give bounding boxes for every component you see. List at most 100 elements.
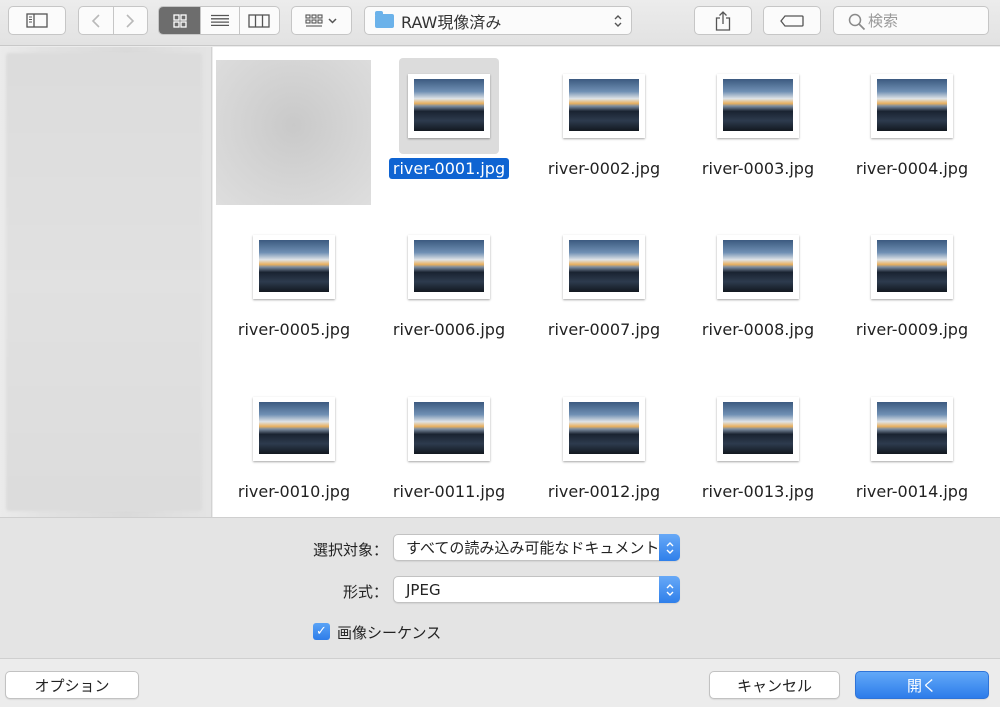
search-field[interactable]: 検索: [833, 6, 989, 35]
back-button[interactable]: [79, 7, 113, 34]
file-item[interactable]: river-0003.jpg: [683, 50, 833, 200]
river-photo-thumbnail: [259, 240, 329, 292]
options-panel: 選択対象： すべての読み込み可能なドキュメント 形式： JPEG ✓ 画像シーケ…: [0, 517, 1000, 659]
file-item[interactable]: river-0014.jpg: [837, 373, 987, 517]
photo-icon: [717, 74, 799, 138]
file-thumbnail: [708, 381, 808, 477]
river-photo-thumbnail: [723, 240, 793, 292]
file-name-label: river-0005.jpg: [219, 320, 369, 339]
file-name-text: river-0011.jpg: [392, 482, 506, 501]
sidebar-toggle-button[interactable]: [8, 6, 66, 35]
river-photo-thumbnail: [723, 79, 793, 131]
file-thumbnail: [708, 219, 808, 315]
file-name-label: river-0011.jpg: [374, 482, 524, 501]
chevron-updown-icon: [659, 576, 680, 603]
file-name-text: river-0009.jpg: [855, 320, 969, 339]
file-thumbnail: [862, 58, 962, 154]
river-photo-thumbnail: [877, 240, 947, 292]
forward-button[interactable]: [112, 7, 147, 34]
sidebar-icon: [26, 13, 48, 28]
river-photo-thumbnail: [569, 240, 639, 292]
file-thumbnail: [554, 381, 654, 477]
river-photo-thumbnail: [414, 402, 484, 454]
photo-icon: [871, 74, 953, 138]
photo-icon: [871, 397, 953, 461]
image-sequence-label: 画像シーケンス: [337, 624, 442, 642]
sidebar-blurred-content: [6, 53, 202, 511]
river-photo-thumbnail: [569, 402, 639, 454]
file-item[interactable]: river-0012.jpg: [529, 373, 679, 517]
file-item[interactable]: river-0006.jpg: [374, 211, 524, 361]
cancel-button[interactable]: キャンセル: [709, 671, 840, 699]
file-thumbnail: [554, 219, 654, 315]
river-photo-thumbnail: [259, 402, 329, 454]
group-by-button[interactable]: [291, 6, 352, 35]
file-item[interactable]: river-0001.jpg: [374, 50, 524, 200]
history-navigation: [78, 6, 148, 35]
search-placeholder: 検索: [868, 12, 899, 30]
file-thumbnail: [244, 381, 344, 477]
toolbar: RAW現像済み 検索: [0, 0, 1000, 46]
file-name-text: river-0014.jpg: [855, 482, 969, 501]
photo-icon: [253, 397, 335, 461]
search-icon: [848, 13, 866, 31]
options-button[interactable]: オプション: [5, 671, 139, 699]
open-button[interactable]: 開く: [855, 671, 989, 699]
file-name-label: river-0008.jpg: [683, 320, 833, 339]
file-name-label: river-0004.jpg: [837, 159, 987, 178]
photo-icon: [563, 74, 645, 138]
file-name-label: river-0007.jpg: [529, 320, 679, 339]
share-button[interactable]: [694, 6, 752, 35]
column-view-button[interactable]: [238, 7, 279, 34]
icon-view-button[interactable]: [159, 7, 201, 34]
file-name-label: river-0013.jpg: [683, 482, 833, 501]
file-name-text: river-0010.jpg: [237, 482, 351, 501]
enable-label: 選択対象：: [312, 541, 388, 559]
file-item[interactable]: river-0009.jpg: [837, 211, 987, 361]
checkmark-icon: ✓: [316, 624, 327, 639]
photo-icon: [871, 235, 953, 299]
photo-icon: [408, 235, 490, 299]
photo-icon: [563, 397, 645, 461]
file-name-text: river-0001.jpg: [388, 158, 510, 179]
icon-view-icon: [172, 13, 187, 28]
file-item[interactable]: river-0013.jpg: [683, 373, 833, 517]
chevron-updown-icon: [659, 534, 680, 561]
file-item[interactable]: river-0002.jpg: [529, 50, 679, 200]
file-item[interactable]: river-0010.jpg: [219, 373, 369, 517]
photo-icon: [717, 235, 799, 299]
file-item[interactable]: river-0005.jpg: [219, 211, 369, 361]
file-name-text: river-0005.jpg: [237, 320, 351, 339]
current-folder-name: RAW現像済み: [401, 12, 502, 32]
file-item[interactable]: river-0011.jpg: [374, 373, 524, 517]
chevron-left-icon: [91, 13, 100, 28]
file-thumbnail: [399, 381, 499, 477]
tag-button[interactable]: [763, 6, 821, 35]
river-photo-thumbnail: [877, 79, 947, 131]
file-thumbnail: [862, 381, 962, 477]
list-view-icon: [210, 14, 229, 27]
format-popup[interactable]: JPEG: [393, 576, 680, 603]
column-view-icon: [248, 13, 270, 28]
photo-icon: [717, 397, 799, 461]
enable-popup[interactable]: すべての読み込み可能なドキュメント: [393, 534, 680, 561]
path-popup[interactable]: RAW現像済み: [364, 6, 632, 35]
file-item[interactable]: river-0008.jpg: [683, 211, 833, 361]
file-name-label: river-0002.jpg: [529, 159, 679, 178]
file-item[interactable]: river-0004.jpg: [837, 50, 987, 200]
river-photo-thumbnail: [414, 240, 484, 292]
photo-icon: [408, 74, 490, 138]
river-photo-thumbnail: [877, 402, 947, 454]
tag-icon: [780, 14, 804, 27]
file-browser: river-0001.jpg river-0002.jpg river-0003.j…: [213, 47, 1000, 517]
list-view-button[interactable]: [200, 7, 238, 34]
image-sequence-checkbox[interactable]: ✓: [313, 623, 330, 640]
file-name-label: river-0001.jpg: [374, 158, 524, 179]
river-photo-thumbnail: [414, 79, 484, 131]
file-name-text: river-0004.jpg: [855, 159, 969, 178]
file-name-label: river-0006.jpg: [374, 320, 524, 339]
file-thumbnail: [244, 219, 344, 315]
sidebar: [0, 47, 212, 517]
photo-icon: [408, 397, 490, 461]
file-item[interactable]: river-0007.jpg: [529, 211, 679, 361]
